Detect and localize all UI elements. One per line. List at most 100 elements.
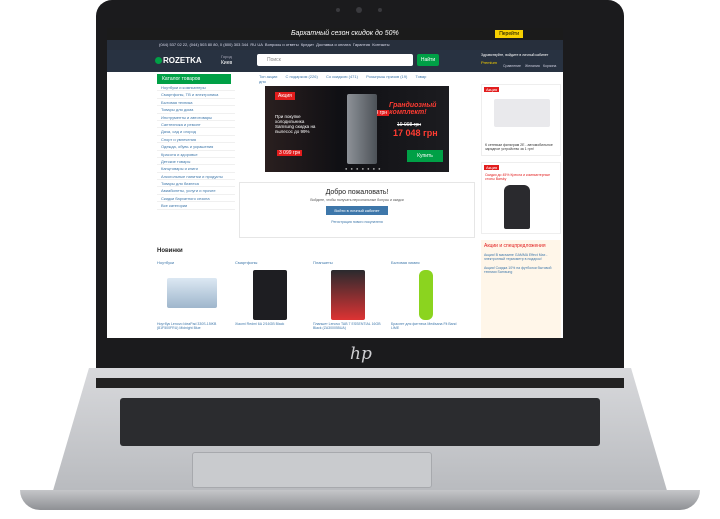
- product-name[interactable]: Браслет для фитнеса Medisana Fit Band LI…: [391, 322, 461, 330]
- deals-panel: Акции и спецпредложения Акция! В магазин…: [481, 240, 561, 338]
- banner-price-now: 17 048 грн: [393, 128, 438, 138]
- carousel-dots[interactable]: ● ● ● ● ● ● ●: [345, 166, 382, 171]
- sidebar-item[interactable]: Все категории: [157, 202, 235, 210]
- banner-buy-button[interactable]: Купить: [407, 150, 443, 162]
- sidebar-item[interactable]: Инструменты и автотовары: [157, 114, 235, 121]
- search-placeholder: Поиск: [267, 57, 281, 63]
- deal-link[interactable]: Акция! Скидка 10% на футболки бытовой те…: [484, 266, 558, 274]
- power-strip-image: [494, 99, 550, 127]
- promo-button[interactable]: Перейти: [495, 30, 523, 38]
- sidebar-item[interactable]: Детские товары: [157, 158, 235, 166]
- phone-product-image: [253, 270, 287, 320]
- city-select[interactable]: Киев: [221, 60, 232, 66]
- camera-sensor-icon: [378, 8, 382, 12]
- topbar: (044) 537 02 22, (044) 503 80 80, 0 (800…: [107, 40, 563, 50]
- city-label: Город: [221, 54, 232, 59]
- sidebar-item[interactable]: Ноутбуки и компьютеры: [157, 84, 235, 92]
- sidebar-item[interactable]: Красота и здоровье: [157, 151, 235, 158]
- sidebar-item[interactable]: Товары для бизнеса: [157, 180, 235, 188]
- promo-card[interactable]: Акция К сетевым фильтрам 2E - автомобиль…: [481, 84, 561, 156]
- sidebar-item[interactable]: Сантехника и ремонт: [157, 121, 235, 129]
- product-name[interactable]: Xiaomi Redmi 6A 2/16GB Black: [235, 322, 305, 326]
- sidebar-item[interactable]: Канцтовары и книги: [157, 165, 235, 173]
- welcome-subtitle: Войдите, чтобы получать персональные бон…: [310, 198, 404, 202]
- product-card[interactable]: Браслет для фитнеса Medisana Fit Band LI…: [391, 266, 461, 332]
- promo-caption: Скидки до 45% Кресла и компьютерные стол…: [485, 173, 551, 181]
- product-card[interactable]: Xiaomi Redmi 6A 2/16GB Black: [235, 266, 305, 332]
- promo-banner[interactable]: Бархатный сезон скидок до 50% Перейти: [107, 28, 563, 40]
- topbar-link[interactable]: Вопросы и ответы: [265, 42, 299, 47]
- promo-tag: Акция: [484, 165, 500, 170]
- search-input[interactable]: Поиск: [257, 54, 413, 66]
- banner-title: Грандиозный комплект!: [389, 102, 437, 116]
- banner-small-price: 3 099 грн: [277, 150, 303, 156]
- promo-tag: Акция: [484, 87, 500, 92]
- product-name[interactable]: Ноутбук Lenovo IdeaPad 330S-15IKB (81F50…: [157, 322, 227, 330]
- tab-gift[interactable]: С подарком (226): [286, 74, 318, 79]
- gaming-chair-image: [504, 185, 530, 229]
- product-card[interactable]: Ноутбук Lenovo IdeaPad 330S-15IKB (81F50…: [157, 266, 227, 332]
- main-banner[interactable]: Акция При покупке холодильника Samsung с…: [265, 86, 449, 172]
- sidebar-item[interactable]: Скидки бархатного сезона: [157, 195, 235, 203]
- sidebar-item[interactable]: Дача, сад и огород: [157, 128, 235, 136]
- banner-flag: Акция: [275, 92, 295, 100]
- lang-ua[interactable]: UA: [257, 42, 262, 47]
- hp-logo: hp: [350, 344, 372, 364]
- laptop-product-image: [167, 278, 217, 308]
- hello-text: Здравствуйте,: [481, 53, 505, 57]
- tablet-product-image: [331, 270, 365, 320]
- topbar-link[interactable]: Контакты: [372, 42, 389, 47]
- sidebar-item[interactable]: Бытовая техника: [157, 99, 235, 107]
- compare-button[interactable]: Сравнение: [503, 64, 521, 68]
- topbar-link[interactable]: Кредит: [301, 42, 314, 47]
- login-link[interactable]: войдите в личный кабинет: [505, 53, 548, 57]
- touchpad: [192, 452, 432, 488]
- laptop-hinge: [96, 378, 624, 388]
- product-category-link[interactable]: Бытовая химия: [391, 260, 419, 265]
- camera-light-icon: [336, 8, 340, 12]
- site-header: ROZETKA Город Киев Поиск Найти Здравству…: [107, 50, 563, 72]
- sidebar-item[interactable]: Одежда, обувь и украшения: [157, 143, 235, 151]
- product-card[interactable]: Планшет Lenovo TAB 7 ESSENTIAL 16GB Blac…: [313, 266, 383, 332]
- lang-ru[interactable]: RU: [250, 42, 256, 47]
- premium-badge[interactable]: Premium: [481, 60, 497, 65]
- catalog-button[interactable]: Каталог товаров: [157, 74, 231, 84]
- promo-card[interactable]: Акция Скидки до 45% Кресла и компьютерны…: [481, 162, 561, 234]
- promo-caption: К сетевым фильтрам 2E - автомобильное за…: [485, 143, 553, 151]
- search-button[interactable]: Найти: [417, 54, 439, 66]
- phone-numbers: (044) 537 02 22, (044) 503 80 80, 0 (800…: [159, 42, 249, 47]
- laptop-mockup: Бархатный сезон скидок до 50% Перейти (0…: [0, 0, 720, 519]
- right-column: Акция К сетевым фильтрам 2E - автомобиль…: [481, 84, 561, 338]
- topbar-link[interactable]: Доставка и оплата: [316, 42, 351, 47]
- account-greeting[interactable]: Здравствуйте, войдите в личный кабинет: [481, 53, 548, 57]
- webcam-icon: [356, 7, 362, 13]
- deal-link[interactable]: Акция! В магазине GAMMA Effect Max - эле…: [484, 253, 558, 261]
- fitness-band-image: [419, 270, 433, 320]
- product-category-link[interactable]: Планшеты: [313, 260, 333, 265]
- fridge-image: [347, 94, 377, 164]
- rozetka-logo-icon: [155, 57, 162, 64]
- banner-text: При покупке холодильника Samsung скидка …: [275, 114, 316, 134]
- laptop-front-edge: [20, 490, 700, 510]
- wishlist-button[interactable]: Желания: [525, 64, 540, 68]
- keyboard: [120, 398, 600, 446]
- category-sidebar: Ноутбуки и компьютеры Смартфоны, ТВ и эл…: [157, 84, 235, 234]
- screen: Бархатный сезон скидок до 50% Перейти (0…: [107, 28, 563, 338]
- product-name[interactable]: Планшет Lenovo TAB 7 ESSENTIAL 16GB Blac…: [313, 322, 383, 330]
- login-button[interactable]: Войти в личный кабинет: [326, 206, 388, 215]
- topbar-link[interactable]: Гарантия: [353, 42, 370, 47]
- brand-logo[interactable]: ROZETKA: [163, 56, 202, 65]
- product-category-link[interactable]: Смартфоны: [235, 260, 257, 265]
- sidebar-item[interactable]: Товары для дома: [157, 106, 235, 114]
- tab-discount[interactable]: Со скидкою (471): [326, 74, 358, 79]
- tab-prizes[interactable]: Розыгрыш призов (19): [366, 74, 407, 79]
- cart-button[interactable]: Корзина: [543, 64, 556, 68]
- sidebar-item[interactable]: Авиабилеты, услуги и прочее: [157, 187, 235, 195]
- register-link[interactable]: Регистрация нового покупателя: [240, 220, 474, 224]
- sidebar-item[interactable]: Смартфоны, ТВ и электроника: [157, 91, 235, 99]
- welcome-title: Добро пожаловать!: [325, 189, 389, 196]
- sidebar-item[interactable]: Спорт и увлечения: [157, 136, 235, 144]
- sidebar-item[interactable]: Алкогольные напитки и продукты: [157, 173, 235, 181]
- product-category-link[interactable]: Ноутбуки: [157, 260, 174, 265]
- promo-text: Бархатный сезон скидок до 50%: [291, 30, 399, 37]
